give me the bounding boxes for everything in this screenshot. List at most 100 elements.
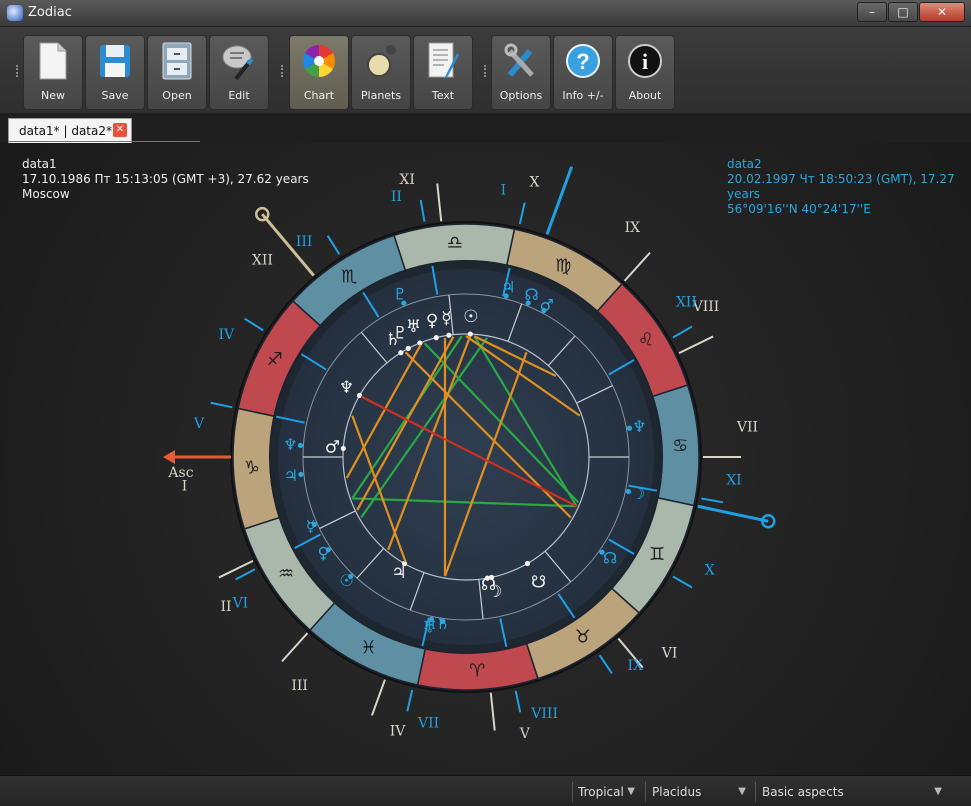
house-number-label: III <box>291 678 308 694</box>
zodiac-sign-glyph: ♏ <box>341 267 357 288</box>
planet-marker-data2 <box>311 521 317 528</box>
planet-marker-data2 <box>440 618 446 624</box>
chevron-down-icon: ▼ <box>738 786 746 797</box>
planet-marker-data1 <box>446 332 452 338</box>
house-cusp-outer <box>489 692 496 731</box>
house2-number-label: XI <box>726 472 742 488</box>
planet-marker-data2 <box>348 573 354 580</box>
planet-marker-data2 <box>626 425 633 431</box>
toolbar-grip[interactable] <box>281 65 286 77</box>
planet-glyph-data1: ♆ <box>339 378 354 398</box>
asc-arrow-head <box>163 450 175 464</box>
house2-cusp-outer <box>672 575 693 589</box>
tab-close-icon[interactable]: ✕ <box>113 123 127 137</box>
zodiac-sign-glyph: ♉ <box>575 626 591 647</box>
house-number-label: X <box>529 174 539 190</box>
zodiac-type-dropdown[interactable]: Tropical ▼ <box>572 782 639 802</box>
zodiac-type-value: Tropical <box>578 785 624 799</box>
text-document-icon <box>428 42 459 79</box>
house-number-label: VI <box>661 646 678 662</box>
planet-marker-data2 <box>599 549 605 555</box>
planet-glyph-data2: ♆ <box>632 417 646 436</box>
maximize-button[interactable]: □ <box>888 2 918 22</box>
zodiac-sign-glyph: ♊ <box>649 544 665 565</box>
chevron-down-icon: ▼ <box>627 786 635 797</box>
house-number-label: VII <box>736 419 758 435</box>
close-window-button[interactable]: ✕ <box>919 2 965 22</box>
info-button[interactable]: ? Info +/- <box>553 35 613 110</box>
window-title: Zodiac <box>28 5 72 20</box>
planet-marker-data1 <box>398 350 404 356</box>
open-button[interactable]: Open <box>147 35 207 110</box>
planet-marker-data2 <box>401 300 407 306</box>
edit-pen-icon <box>222 45 254 81</box>
house2-number-label: III <box>296 234 313 250</box>
planets-button[interactable]: Planets <box>351 35 411 110</box>
house-number-label: II <box>220 599 231 615</box>
house-cusp-outer <box>678 335 714 355</box>
chart-area: data1 17.10.1986 Пт 15:13:05 (GMT +3), 2… <box>0 143 971 775</box>
svg-text:?: ? <box>576 49 589 74</box>
planet-glyph-data1: ♀ <box>426 311 438 331</box>
text-button[interactable]: Text <box>413 35 473 110</box>
house-cusp-outer <box>371 679 386 716</box>
planet-marker-data2 <box>625 488 631 495</box>
edit-button[interactable]: Edit <box>209 35 269 110</box>
save-button[interactable]: Save <box>85 35 145 110</box>
info-question-icon: ? <box>566 44 600 78</box>
house2-number-label: X <box>705 563 715 579</box>
natal-chart-wheel[interactable]: ♈♉♊♋♌♍♎♏♐♑♒♓IIIIIIIV VVIVIIVIIIIXXXIXIIII… <box>0 143 971 775</box>
zodiac-sign-glyph: ♍ <box>555 255 571 276</box>
house2-cusp-outer <box>406 689 414 712</box>
toolbar-grip[interactable] <box>484 65 489 77</box>
tab-data1-data2[interactable]: data1* | data2* ✕ <box>8 118 132 143</box>
planet-glyph-data2: ♃ <box>284 466 298 485</box>
house2-cusp-outer <box>210 401 233 409</box>
house2-cusp-outer <box>244 317 264 332</box>
house2-number-label: I <box>501 183 507 199</box>
aspects-dropdown[interactable]: Basic aspects ▼ <box>755 782 946 802</box>
house2-number-label: IV <box>218 327 235 343</box>
planet-glyph-data2: ☊ <box>603 548 617 567</box>
house-number-label: XII <box>252 252 273 268</box>
planet-marker-data1 <box>433 335 439 341</box>
planet-marker-data1 <box>484 575 490 581</box>
planet-glyph-data2: ♆ <box>283 435 297 454</box>
new-file-icon <box>39 42 67 80</box>
planet-glyph-data1: ☉ <box>463 307 478 327</box>
mc2-line <box>697 504 769 523</box>
house-number-label: IX <box>625 220 641 236</box>
tab-label: data1* | data2* <box>19 124 112 138</box>
planet-glyph-data2: ♇ <box>393 284 407 303</box>
new-button[interactable]: New <box>23 35 83 110</box>
chart-wheel-icon <box>302 44 336 78</box>
planet-marker-data1 <box>524 560 531 567</box>
document-tab-bar: data1* | data2* ✕ <box>0 113 971 143</box>
chart-button[interactable]: Chart <box>289 35 349 110</box>
zodiac-sign-glyph: ♒ <box>278 563 294 584</box>
options-tools-icon <box>504 43 534 77</box>
minimize-button[interactable]: – <box>857 2 887 22</box>
house-cusp-outer <box>436 183 443 222</box>
options-button[interactable]: Options <box>491 35 551 110</box>
house2-cusp-outer <box>518 202 526 225</box>
planet-glyph-data1: ☿ <box>441 308 451 328</box>
planet-glyph-data2: ♃ <box>501 278 515 297</box>
house-system-dropdown[interactable]: Placidus ▼ <box>645 782 750 802</box>
toolbar-grip[interactable] <box>16 65 21 77</box>
house-cusp-outer <box>218 559 254 579</box>
zodiac-sign-glyph: ♎ <box>447 232 463 253</box>
zodiac-sign-glyph: ♓ <box>361 638 377 659</box>
zodiac-sign-glyph: ♈ <box>469 661 485 682</box>
window-controls: – □ ✕ <box>856 2 965 22</box>
house2-number-label: VI <box>232 596 249 612</box>
asc2-arrow-line <box>545 166 574 235</box>
house2-number-label: VIII <box>530 706 558 722</box>
chevron-down-icon: ▼ <box>934 786 942 797</box>
about-button[interactable]: i About <box>615 35 675 110</box>
house2-cusp-outer <box>514 690 522 713</box>
svg-text:i: i <box>642 49 648 74</box>
house2-number-label: V <box>193 416 205 432</box>
planet-marker-data1 <box>405 345 411 351</box>
house-number-label: IV <box>390 724 407 740</box>
